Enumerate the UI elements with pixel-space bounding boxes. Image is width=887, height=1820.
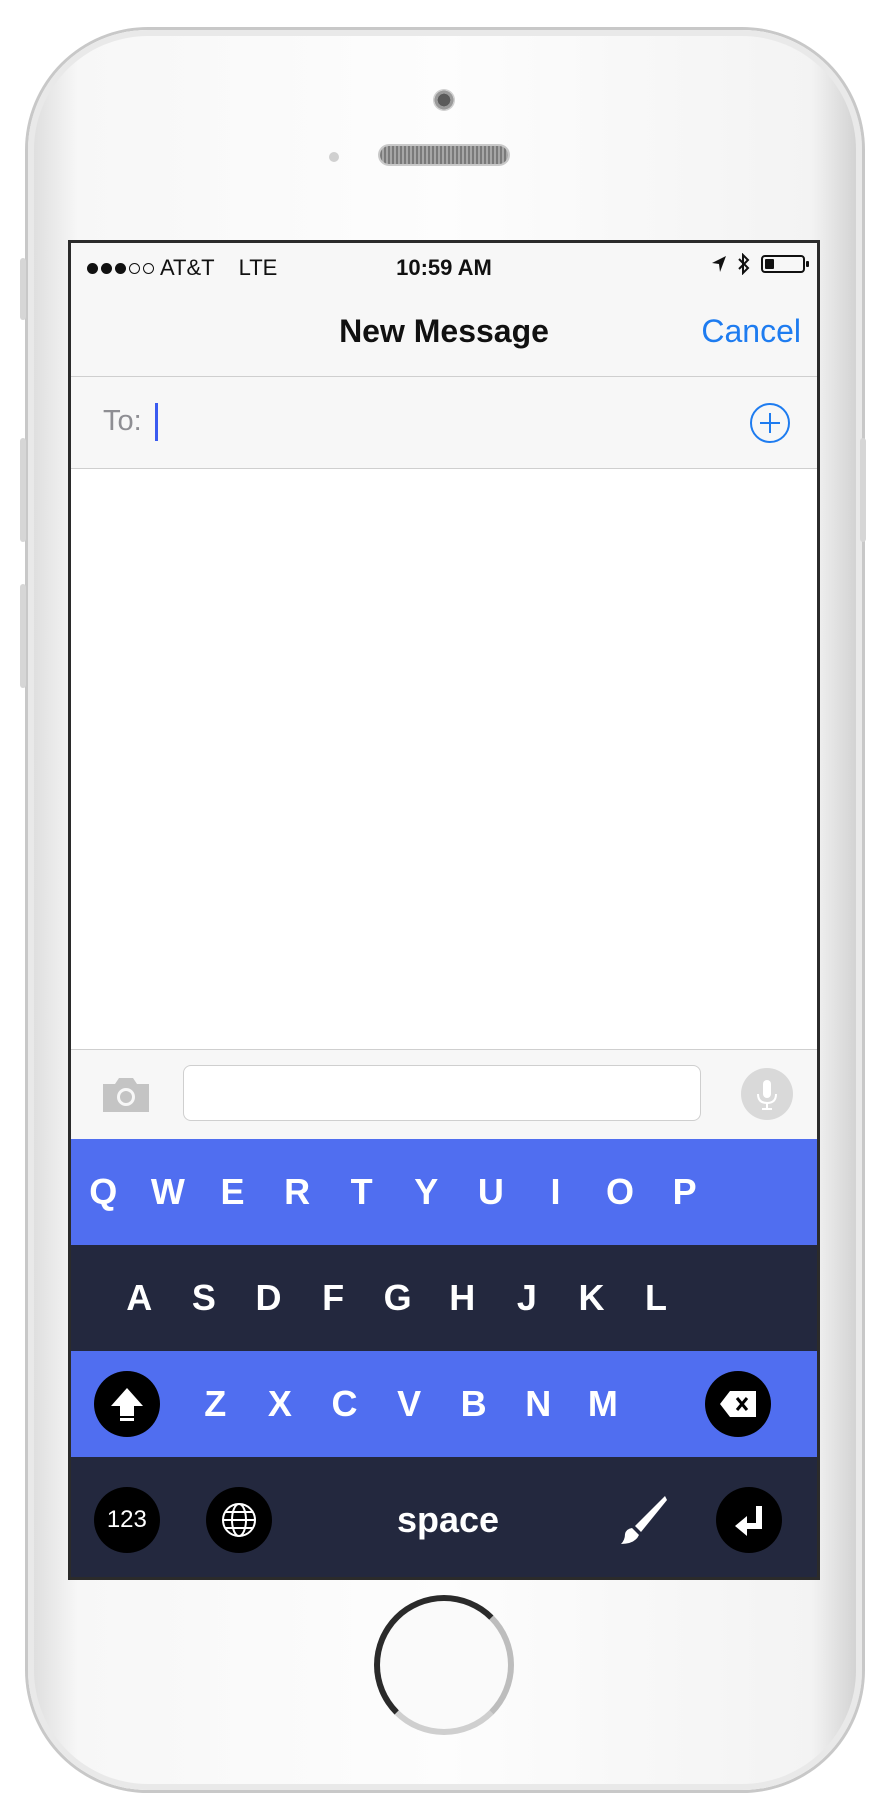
keyboard-row-2: ASDFGHJKL [71,1245,817,1351]
key-h[interactable]: H [430,1245,495,1351]
key-j[interactable]: J [495,1245,560,1351]
key-b[interactable]: B [441,1351,506,1457]
message-input[interactable] [183,1065,701,1121]
backspace-key[interactable] [659,1371,817,1437]
key-g[interactable]: G [365,1245,430,1351]
front-camera [433,89,455,111]
status-right [711,253,809,275]
return-icon [716,1487,783,1553]
battery-fill [765,259,774,269]
navigation-bar: New Message Cancel [71,285,817,377]
cancel-button[interactable]: Cancel [701,313,801,350]
key-l[interactable]: L [624,1245,689,1351]
key-i[interactable]: I [523,1139,588,1245]
home-button[interactable] [374,1595,514,1735]
power-button [860,438,866,542]
proximity-sensor [329,152,339,162]
microphone-icon [757,1080,777,1110]
camera-icon[interactable] [101,1074,151,1114]
key-t[interactable]: T [329,1139,394,1245]
to-label: To: [103,405,142,437]
volume-up-button [20,438,26,542]
key-y[interactable]: Y [394,1139,459,1245]
numbers-key[interactable]: 123 [71,1487,183,1553]
screen: AT&T LTE 10:59 AM New Message Cancel To: [68,240,820,1580]
volume-down-button [20,584,26,688]
location-arrow-icon [712,256,726,272]
key-o[interactable]: O [588,1139,653,1245]
key-m[interactable]: M [571,1351,636,1457]
key-a[interactable]: A [107,1245,172,1351]
key-e[interactable]: E [200,1139,265,1245]
key-x[interactable]: X [248,1351,313,1457]
backspace-icon [705,1371,771,1437]
space-key[interactable]: space [294,1457,601,1577]
shift-icon [94,1371,160,1437]
key-u[interactable]: U [459,1139,524,1245]
key-d[interactable]: D [236,1245,301,1351]
letter-keys-row-3: ZXCVBNM [183,1351,659,1457]
key-n[interactable]: N [506,1351,571,1457]
key-f[interactable]: F [301,1245,366,1351]
key-k[interactable]: K [559,1245,624,1351]
keyboard-row-1: QWERTYUIOP [71,1139,817,1245]
composer-bar [71,1049,817,1139]
text-cursor [155,403,158,441]
theme-key[interactable] [602,1492,682,1548]
key-q[interactable]: Q [71,1139,136,1245]
key-w[interactable]: W [136,1139,201,1245]
recipient-field[interactable]: To: [71,377,817,469]
message-thread-area [71,469,817,1049]
key-p[interactable]: P [652,1139,717,1245]
mute-switch [20,258,26,320]
brush-icon [621,1496,668,1544]
battery-icon [761,255,809,273]
keyboard: QWERTYUIOP ASDFGHJKL ZXCVBNM 123 space [71,1139,817,1577]
key-s[interactable]: S [172,1245,237,1351]
status-bar: AT&T LTE 10:59 AM [71,243,817,285]
shift-key[interactable] [71,1371,183,1437]
numbers-key-label: 123 [93,1487,160,1553]
earpiece-speaker [380,146,508,164]
key-v[interactable]: V [377,1351,442,1457]
key-c[interactable]: C [312,1351,377,1457]
key-r[interactable]: R [265,1139,330,1245]
keyboard-row-4: 123 space [71,1457,817,1577]
globe-key[interactable] [183,1487,295,1553]
bluetooth-icon [738,253,750,275]
globe-icon [205,1487,272,1553]
status-time: 10:59 AM [396,255,492,280]
return-key[interactable] [681,1487,817,1553]
keyboard-row-3: ZXCVBNM [71,1351,817,1457]
add-contact-icon[interactable] [749,402,791,444]
key-z[interactable]: Z [183,1351,248,1457]
microphone-button[interactable] [741,1068,793,1120]
